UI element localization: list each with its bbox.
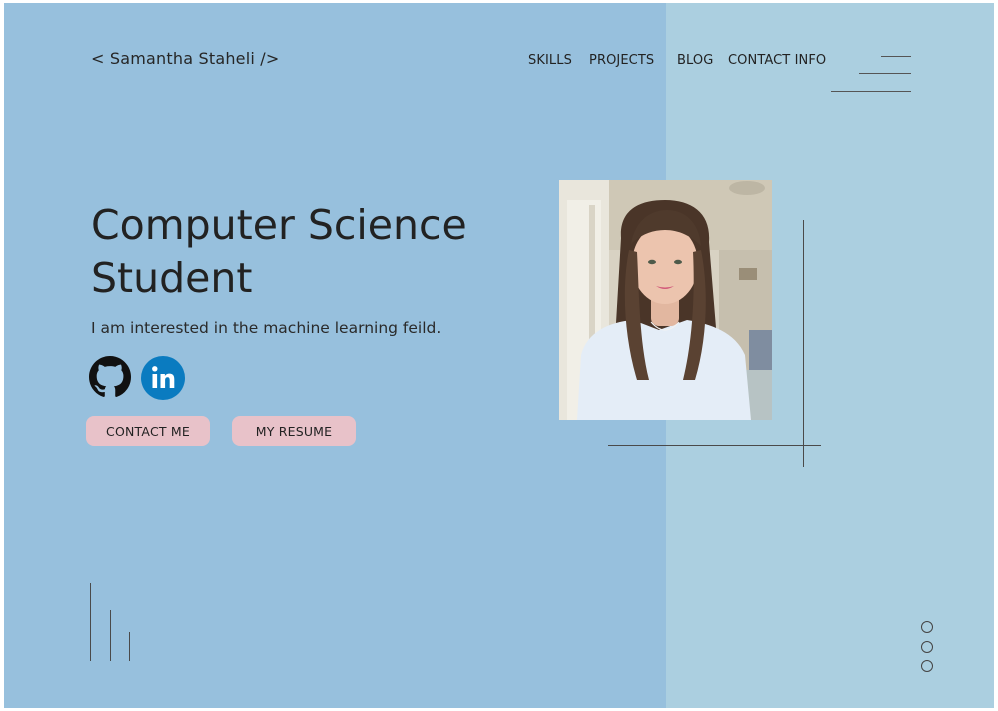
menu-lines-icon[interactable]	[831, 53, 911, 95]
pagination-dot-2[interactable]	[921, 641, 933, 653]
hero-title-line-2: Student	[91, 254, 253, 302]
photo-frame-horizontal-line	[608, 445, 821, 446]
hero-title-line-1: Computer Science	[91, 201, 467, 249]
nav-item-projects[interactable]: PROJECTS	[589, 53, 654, 68]
decorative-line-1	[90, 583, 91, 661]
nav-item-skills[interactable]: SKILLS	[528, 53, 572, 68]
pagination-dot-3[interactable]	[921, 660, 933, 672]
linkedin-logo-svg	[141, 356, 185, 400]
profile-photo-illustration	[559, 180, 772, 420]
photo-frame-vertical-line	[803, 220, 804, 467]
linkedin-icon[interactable]	[141, 356, 185, 400]
page-frame: < Samantha Staheli /> SKILLS PROJECTS BL…	[4, 3, 994, 708]
nav-item-blog[interactable]: BLOG	[677, 53, 713, 68]
pagination-dot-1[interactable]	[921, 621, 933, 633]
decorative-line-3	[129, 632, 130, 661]
profile-photo	[559, 180, 772, 420]
decorative-line-2	[110, 610, 111, 661]
hero-subtitle: I am interested in the machine learning …	[91, 319, 442, 337]
github-icon[interactable]	[89, 356, 131, 398]
hero-title: Computer Science Student	[91, 199, 551, 305]
nav-item-contact-info[interactable]: CONTACT INFO	[728, 53, 826, 68]
github-logo-svg	[89, 356, 131, 397]
contact-me-button[interactable]: CONTACT ME	[86, 416, 210, 446]
my-resume-button[interactable]: MY RESUME	[232, 416, 356, 446]
